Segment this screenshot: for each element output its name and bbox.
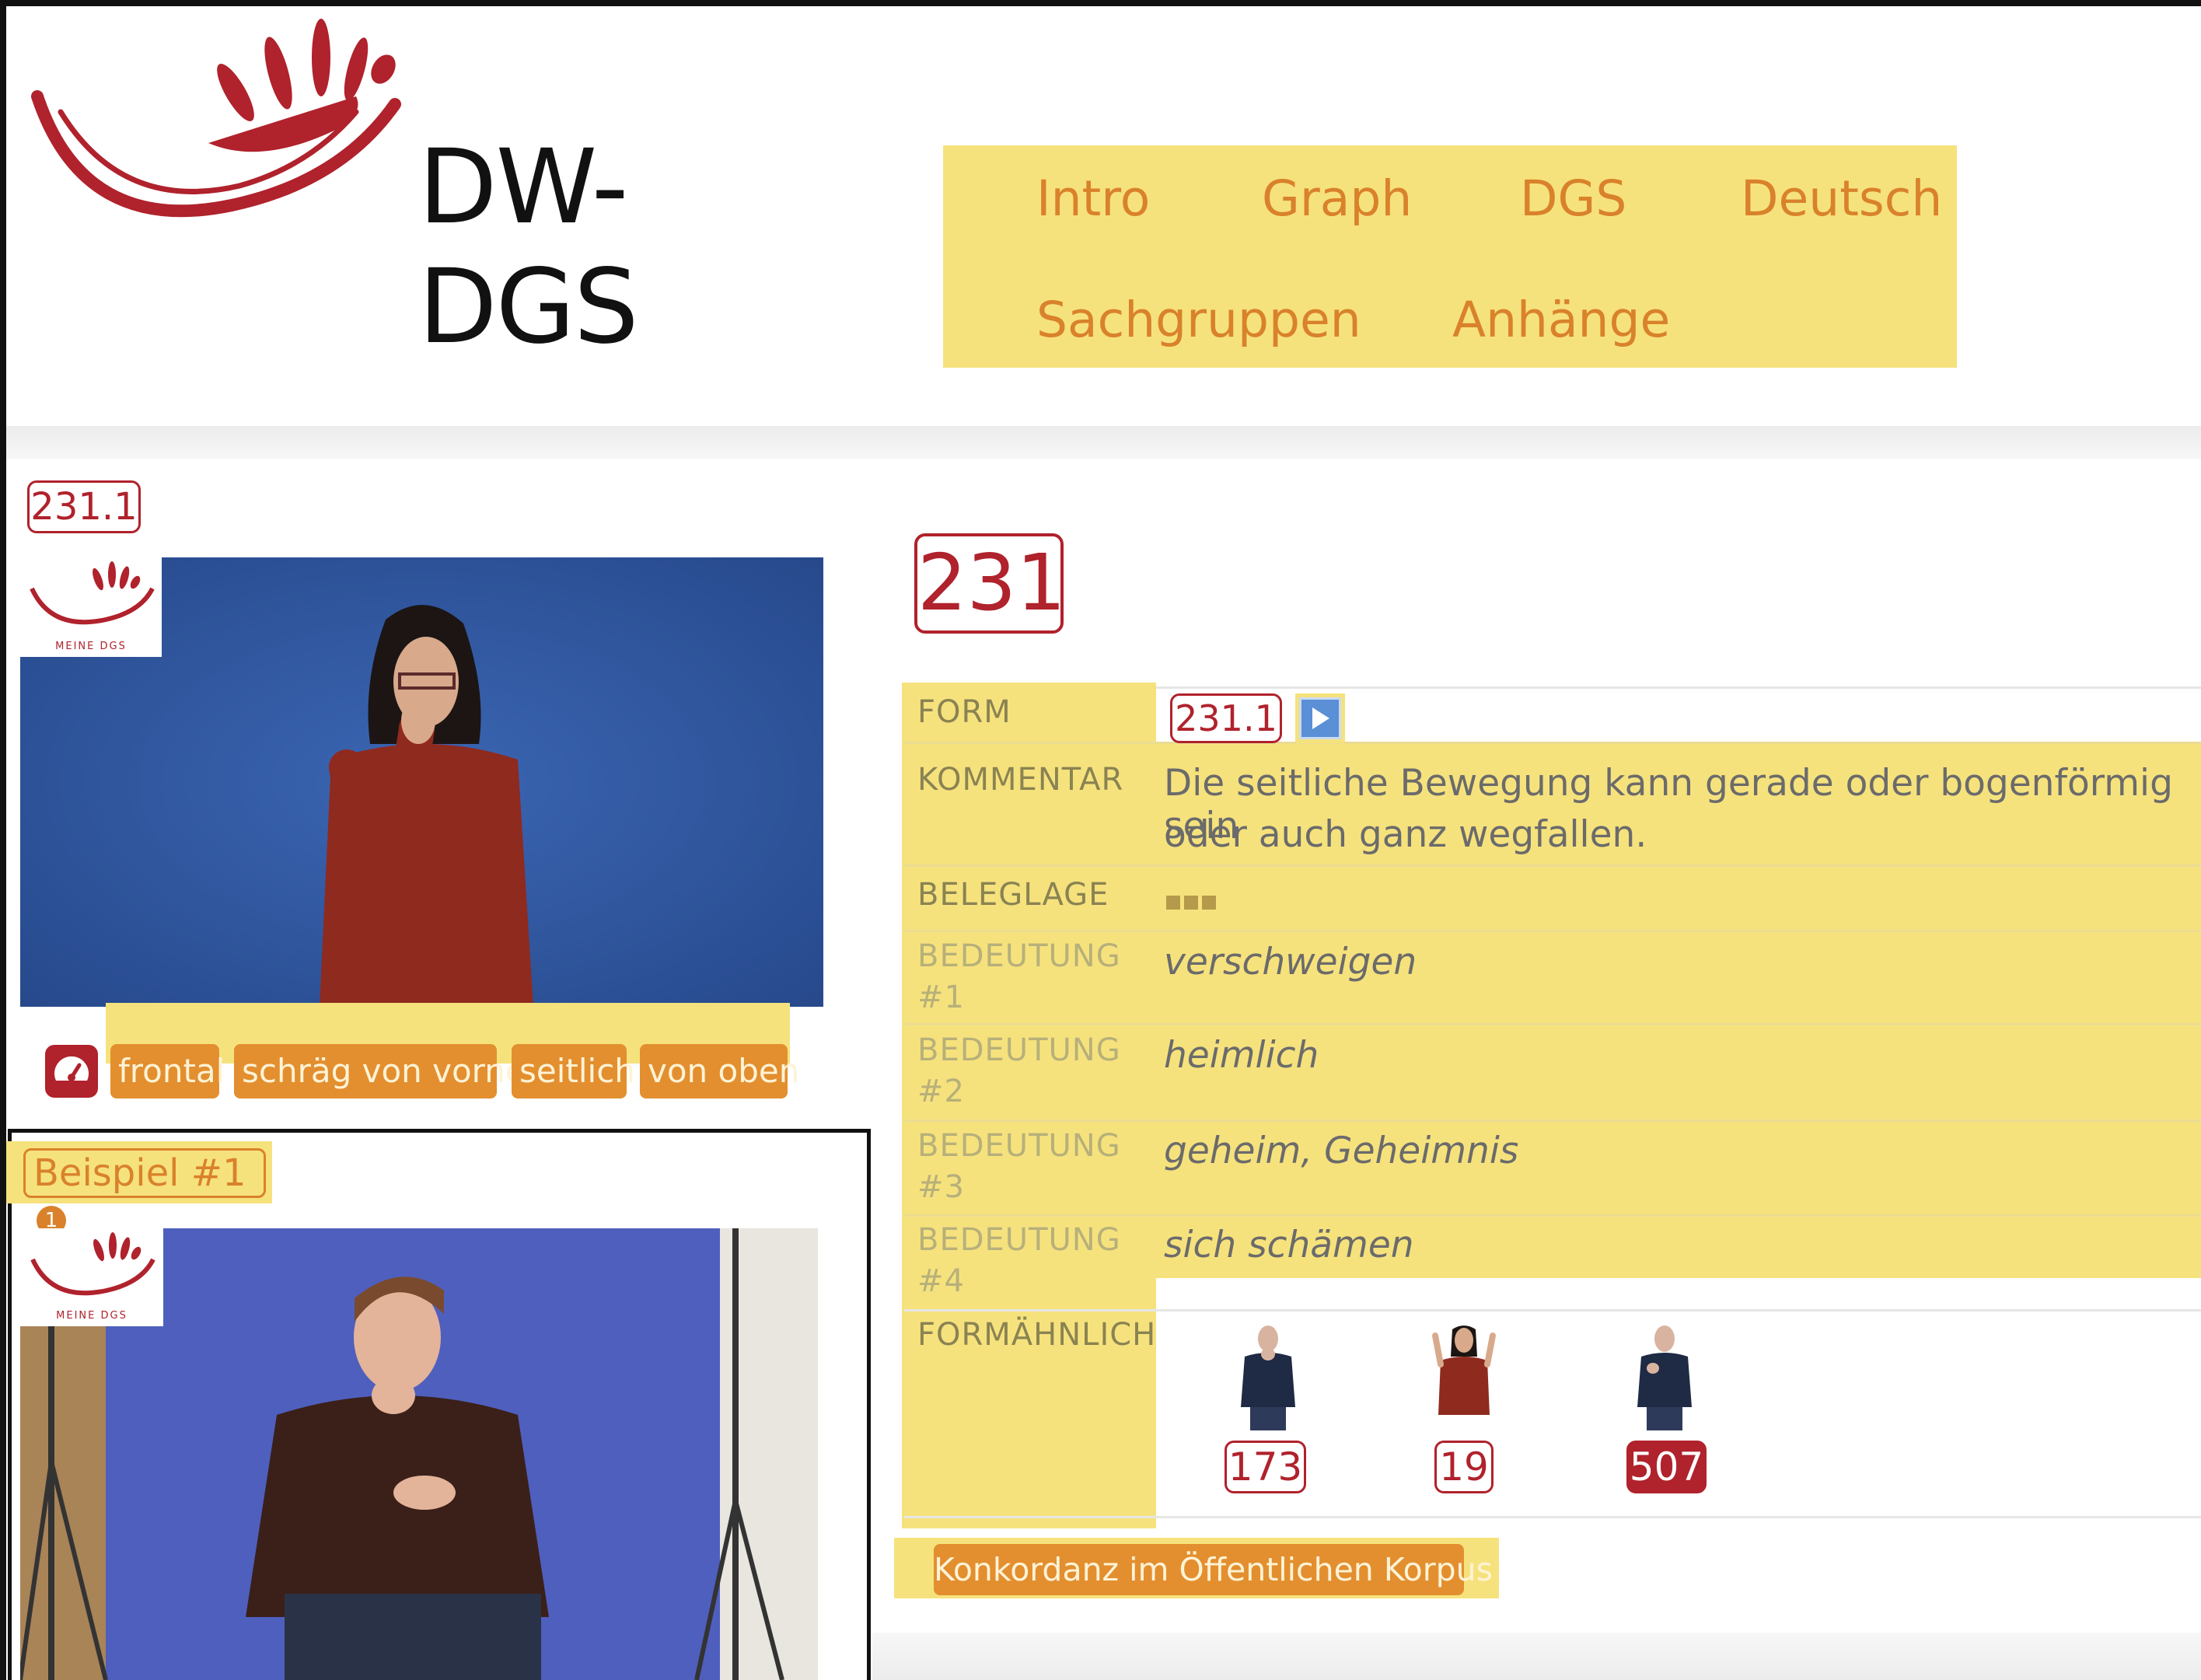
row-divider [904,1023,2201,1025]
perspective-seitlich-button[interactable]: seitlich [512,1044,635,1098]
nav-item-anhaenge[interactable]: Anhänge [1452,292,1670,348]
form-label: FORM [917,694,1011,730]
beleglage-square [1166,896,1180,910]
kommentar-label: KOMMENTAR [917,762,1124,798]
row-divider [904,1214,2201,1217]
play-icon [1312,707,1329,729]
beleglage-square [1184,896,1198,910]
row-divider [904,1309,2201,1312]
footer-separator [872,1633,2201,1680]
bedeutung-3-label: BEDEUTUNG [917,1128,1121,1164]
main-navigation: Intro Graph DGS Deutsch Sachgruppen Anhä… [943,145,1957,368]
form-id-badge[interactable]: 231.1 [27,480,141,533]
bedeutung-4-number: #4 [917,1263,965,1299]
similar-sign-thumbnail[interactable] [1429,1322,1499,1430]
example-video-player[interactable]: MEINE DGS [20,1228,818,1680]
brand-name: DW-DGS [418,127,639,367]
kommentar-line-2: oder auch ganz wegfallen. [1164,813,1647,856]
video-watermark-logo: MEINE DGS [20,1228,163,1326]
beleglage-label: BELEGLAGE [917,877,1109,913]
perspective-frontal-button[interactable]: frontal [110,1044,225,1098]
entry-number: 231 [914,533,1066,634]
perspective-schraeg-button[interactable]: schräg von vorne [234,1044,526,1098]
video-logo-caption: MEINE DGS [55,641,127,652]
nav-item-sachgruppen[interactable]: Sachgruppen [1036,292,1361,348]
hand-arc-icon [30,561,155,625]
row-divider [904,1119,2201,1122]
bedeutung-1-number: #1 [917,980,965,1015]
similar-sign-badge[interactable]: 19 [1434,1441,1494,1493]
dw-dgs-logo[interactable]: DW-DGS [30,11,830,367]
bedeutung-3-value: geheim, Geheimnis [1164,1130,1519,1172]
sign-video-player[interactable]: MEINE DGS [20,557,823,1007]
row-divider [904,742,2201,744]
header-separator [6,426,2201,459]
video-watermark-logo: MEINE DGS [20,557,162,657]
konkordanz-button[interactable]: Konkordanz im Öffentlichen Korpus [934,1544,1493,1595]
hand-arc-icon [30,1232,155,1296]
similar-sign-thumbnail[interactable] [1233,1322,1303,1430]
row-divider [904,930,2201,932]
bedeutung-2-number: #2 [917,1074,965,1109]
bedeutung-2-value: heimlich [1164,1034,1319,1077]
example-badge[interactable]: Beispiel #11 [23,1148,266,1235]
bedeutung-3-number: #3 [917,1169,965,1205]
example-label: Beispiel #1 [33,1151,246,1195]
beleglage-square [1202,896,1216,910]
form-id-link[interactable]: 231.1 [1170,693,1282,743]
bedeutung-4-value: sich schämen [1164,1224,1414,1266]
perspective-von-oben-button[interactable]: von oben [640,1044,799,1098]
nav-item-deutsch[interactable]: Deutsch [1741,170,1942,227]
nav-item-dgs[interactable]: DGS [1520,170,1626,227]
similar-sign-badge[interactable]: 173 [1225,1441,1306,1493]
bedeutung-1-label: BEDEUTUNG [917,938,1121,974]
bedeutung-1-value: verschweigen [1164,941,1417,983]
formaehnlich-label: FORMÄHNLICH [917,1317,1157,1353]
row-divider [904,864,2201,867]
similar-sign-badge-active[interactable]: 507 [1626,1441,1707,1493]
table-bottom-border [904,1516,2201,1518]
bedeutung-2-label: BEDEUTUNG [917,1032,1121,1068]
playback-speed-button[interactable] [45,1045,98,1098]
play-button[interactable] [1295,693,1345,743]
similar-sign-thumbnail[interactable] [1630,1322,1700,1430]
video-logo-caption: MEINE DGS [56,1310,128,1322]
nav-item-intro[interactable]: Intro [1036,170,1150,227]
nav-item-graph[interactable]: Graph [1262,170,1412,227]
bedeutung-4-label: BEDEUTUNG [917,1222,1121,1258]
speedometer-icon [54,1056,89,1081]
